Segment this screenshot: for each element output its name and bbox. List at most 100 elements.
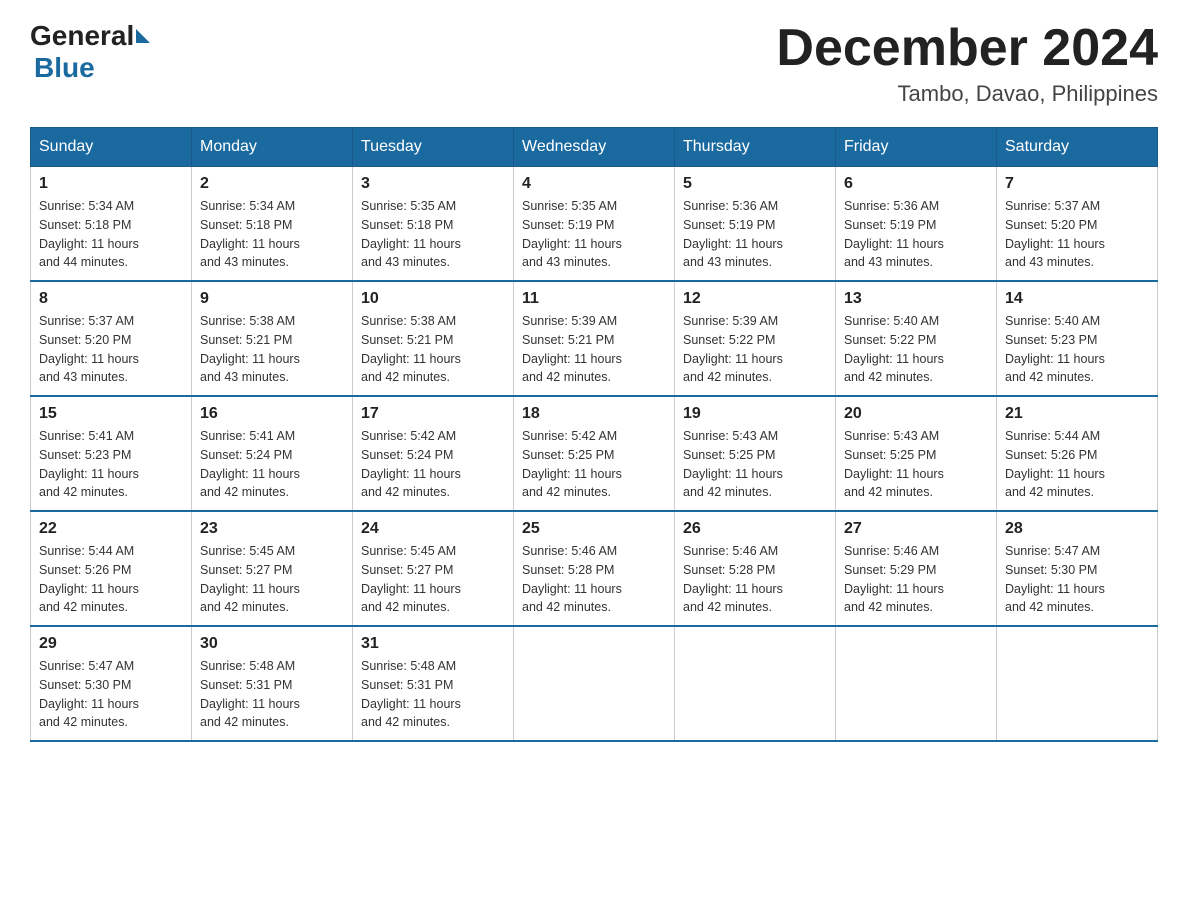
day-number: 3	[361, 175, 505, 193]
calendar-cell: 11Sunrise: 5:39 AMSunset: 5:21 PMDayligh…	[514, 281, 675, 396]
day-number: 27	[844, 520, 988, 538]
day-info: Sunrise: 5:34 AMSunset: 5:18 PMDaylight:…	[39, 197, 183, 272]
day-info: Sunrise: 5:42 AMSunset: 5:25 PMDaylight:…	[522, 427, 666, 502]
weekday-header-row: SundayMondayTuesdayWednesdayThursdayFrid…	[31, 128, 1158, 167]
day-number: 25	[522, 520, 666, 538]
calendar-cell: 19Sunrise: 5:43 AMSunset: 5:25 PMDayligh…	[675, 396, 836, 511]
logo-blue-text: Blue	[34, 52, 95, 83]
title-section: December 2024 Tambo, Davao, Philippines	[776, 20, 1158, 107]
calendar-cell: 28Sunrise: 5:47 AMSunset: 5:30 PMDayligh…	[997, 511, 1158, 626]
calendar-cell	[997, 626, 1158, 741]
weekday-header-sunday: Sunday	[31, 128, 192, 167]
calendar-table: SundayMondayTuesdayWednesdayThursdayFrid…	[30, 127, 1158, 742]
calendar-cell: 15Sunrise: 5:41 AMSunset: 5:23 PMDayligh…	[31, 396, 192, 511]
calendar-week-row: 15Sunrise: 5:41 AMSunset: 5:23 PMDayligh…	[31, 396, 1158, 511]
weekday-header-tuesday: Tuesday	[353, 128, 514, 167]
calendar-cell	[514, 626, 675, 741]
calendar-cell: 6Sunrise: 5:36 AMSunset: 5:19 PMDaylight…	[836, 167, 997, 282]
day-number: 7	[1005, 175, 1149, 193]
logo-arrow-icon	[136, 29, 150, 43]
calendar-cell: 8 Sunrise: 5:37 AMSunset: 5:20 PMDaylight…	[31, 281, 192, 396]
day-info: Sunrise: 5:46 AMSunset: 5:28 PMDaylight:…	[683, 542, 827, 617]
calendar-cell: 9 Sunrise: 5:38 AMSunset: 5:21 PMDaylight…	[192, 281, 353, 396]
day-number: 29	[39, 635, 183, 653]
day-number: 19	[683, 405, 827, 423]
calendar-cell: 2 Sunrise: 5:34 AMSunset: 5:18 PMDaylight…	[192, 167, 353, 282]
month-title: December 2024	[776, 20, 1158, 77]
day-info: Sunrise: 5:38 AMSunset: 5:21 PMDaylight:…	[361, 312, 505, 387]
day-info: Sunrise: 5:37 AMSunset: 5:20 PMDaylight:…	[1005, 197, 1149, 272]
calendar-cell: 1Sunrise: 5:34 AMSunset: 5:18 PMDaylight…	[31, 167, 192, 282]
day-info: Sunrise: 5:40 AMSunset: 5:22 PMDaylight:…	[844, 312, 988, 387]
day-info: Sunrise: 5:45 AMSunset: 5:27 PMDaylight:…	[361, 542, 505, 617]
day-info: Sunrise: 5:47 AMSunset: 5:30 PMDaylight:…	[39, 657, 183, 732]
day-info: Sunrise: 5:40 AMSunset: 5:23 PMDaylight:…	[1005, 312, 1149, 387]
calendar-cell: 17 Sunrise: 5:42 AMSunset: 5:24 PMDayligh…	[353, 396, 514, 511]
day-info: Sunrise: 5:41 AMSunset: 5:23 PMDaylight:…	[39, 427, 183, 502]
weekday-header-friday: Friday	[836, 128, 997, 167]
calendar-cell: 22Sunrise: 5:44 AMSunset: 5:26 PMDayligh…	[31, 511, 192, 626]
day-number: 13	[844, 290, 988, 308]
day-info: Sunrise: 5:39 AMSunset: 5:22 PMDaylight:…	[683, 312, 827, 387]
day-info: Sunrise: 5:44 AMSunset: 5:26 PMDaylight:…	[1005, 427, 1149, 502]
day-number: 24	[361, 520, 505, 538]
day-info: Sunrise: 5:34 AMSunset: 5:18 PMDaylight:…	[200, 197, 344, 272]
day-number: 12	[683, 290, 827, 308]
day-info: Sunrise: 5:37 AMSunset: 5:20 PMDaylight:…	[39, 312, 183, 387]
calendar-week-row: 8 Sunrise: 5:37 AMSunset: 5:20 PMDaylight…	[31, 281, 1158, 396]
day-number: 22	[39, 520, 183, 538]
calendar-cell: 29 Sunrise: 5:47 AMSunset: 5:30 PMDayligh…	[31, 626, 192, 741]
weekday-header-wednesday: Wednesday	[514, 128, 675, 167]
calendar-cell: 3Sunrise: 5:35 AMSunset: 5:18 PMDaylight…	[353, 167, 514, 282]
day-number: 18	[522, 405, 666, 423]
day-info: Sunrise: 5:46 AMSunset: 5:29 PMDaylight:…	[844, 542, 988, 617]
calendar-week-row: 1Sunrise: 5:34 AMSunset: 5:18 PMDaylight…	[31, 167, 1158, 282]
day-info: Sunrise: 5:46 AMSunset: 5:28 PMDaylight:…	[522, 542, 666, 617]
calendar-cell: 27 Sunrise: 5:46 AMSunset: 5:29 PMDayligh…	[836, 511, 997, 626]
calendar-cell: 12 Sunrise: 5:39 AMSunset: 5:22 PMDayligh…	[675, 281, 836, 396]
calendar-cell: 31 Sunrise: 5:48 AMSunset: 5:31 PMDayligh…	[353, 626, 514, 741]
day-info: Sunrise: 5:43 AMSunset: 5:25 PMDaylight:…	[844, 427, 988, 502]
day-number: 2	[200, 175, 344, 193]
day-info: Sunrise: 5:38 AMSunset: 5:21 PMDaylight:…	[200, 312, 344, 387]
day-number: 16	[200, 405, 344, 423]
calendar-cell: 18 Sunrise: 5:42 AMSunset: 5:25 PMDayligh…	[514, 396, 675, 511]
page-header: General Blue December 2024 Tambo, Davao,…	[30, 20, 1158, 107]
calendar-cell: 24 Sunrise: 5:45 AMSunset: 5:27 PMDayligh…	[353, 511, 514, 626]
calendar-cell: 23Sunrise: 5:45 AMSunset: 5:27 PMDayligh…	[192, 511, 353, 626]
day-info: Sunrise: 5:41 AMSunset: 5:24 PMDaylight:…	[200, 427, 344, 502]
day-number: 21	[1005, 405, 1149, 423]
day-number: 8	[39, 290, 183, 308]
calendar-cell: 4Sunrise: 5:35 AMSunset: 5:19 PMDaylight…	[514, 167, 675, 282]
day-number: 31	[361, 635, 505, 653]
calendar-cell: 5 Sunrise: 5:36 AMSunset: 5:19 PMDaylight…	[675, 167, 836, 282]
calendar-cell: 14 Sunrise: 5:40 AMSunset: 5:23 PMDayligh…	[997, 281, 1158, 396]
calendar-week-row: 29 Sunrise: 5:47 AMSunset: 5:30 PMDayligh…	[31, 626, 1158, 741]
day-info: Sunrise: 5:42 AMSunset: 5:24 PMDaylight:…	[361, 427, 505, 502]
day-number: 14	[1005, 290, 1149, 308]
day-info: Sunrise: 5:35 AMSunset: 5:19 PMDaylight:…	[522, 197, 666, 272]
calendar-cell: 13 Sunrise: 5:40 AMSunset: 5:22 PMDayligh…	[836, 281, 997, 396]
day-number: 9	[200, 290, 344, 308]
day-number: 6	[844, 175, 988, 193]
calendar-cell	[836, 626, 997, 741]
calendar-cell: 26Sunrise: 5:46 AMSunset: 5:28 PMDayligh…	[675, 511, 836, 626]
calendar-cell: 20 Sunrise: 5:43 AMSunset: 5:25 PMDayligh…	[836, 396, 997, 511]
calendar-week-row: 22Sunrise: 5:44 AMSunset: 5:26 PMDayligh…	[31, 511, 1158, 626]
day-number: 17	[361, 405, 505, 423]
calendar-cell: 7 Sunrise: 5:37 AMSunset: 5:20 PMDaylight…	[997, 167, 1158, 282]
day-number: 10	[361, 290, 505, 308]
day-number: 30	[200, 635, 344, 653]
weekday-header-monday: Monday	[192, 128, 353, 167]
location-title: Tambo, Davao, Philippines	[776, 81, 1158, 107]
day-info: Sunrise: 5:36 AMSunset: 5:19 PMDaylight:…	[683, 197, 827, 272]
calendar-cell: 10 Sunrise: 5:38 AMSunset: 5:21 PMDayligh…	[353, 281, 514, 396]
day-info: Sunrise: 5:39 AMSunset: 5:21 PMDaylight:…	[522, 312, 666, 387]
logo: General Blue	[30, 20, 152, 84]
weekday-header-saturday: Saturday	[997, 128, 1158, 167]
calendar-cell: 21 Sunrise: 5:44 AMSunset: 5:26 PMDayligh…	[997, 396, 1158, 511]
day-info: Sunrise: 5:48 AMSunset: 5:31 PMDaylight:…	[361, 657, 505, 732]
calendar-cell: 30Sunrise: 5:48 AMSunset: 5:31 PMDayligh…	[192, 626, 353, 741]
day-number: 20	[844, 405, 988, 423]
day-number: 5	[683, 175, 827, 193]
